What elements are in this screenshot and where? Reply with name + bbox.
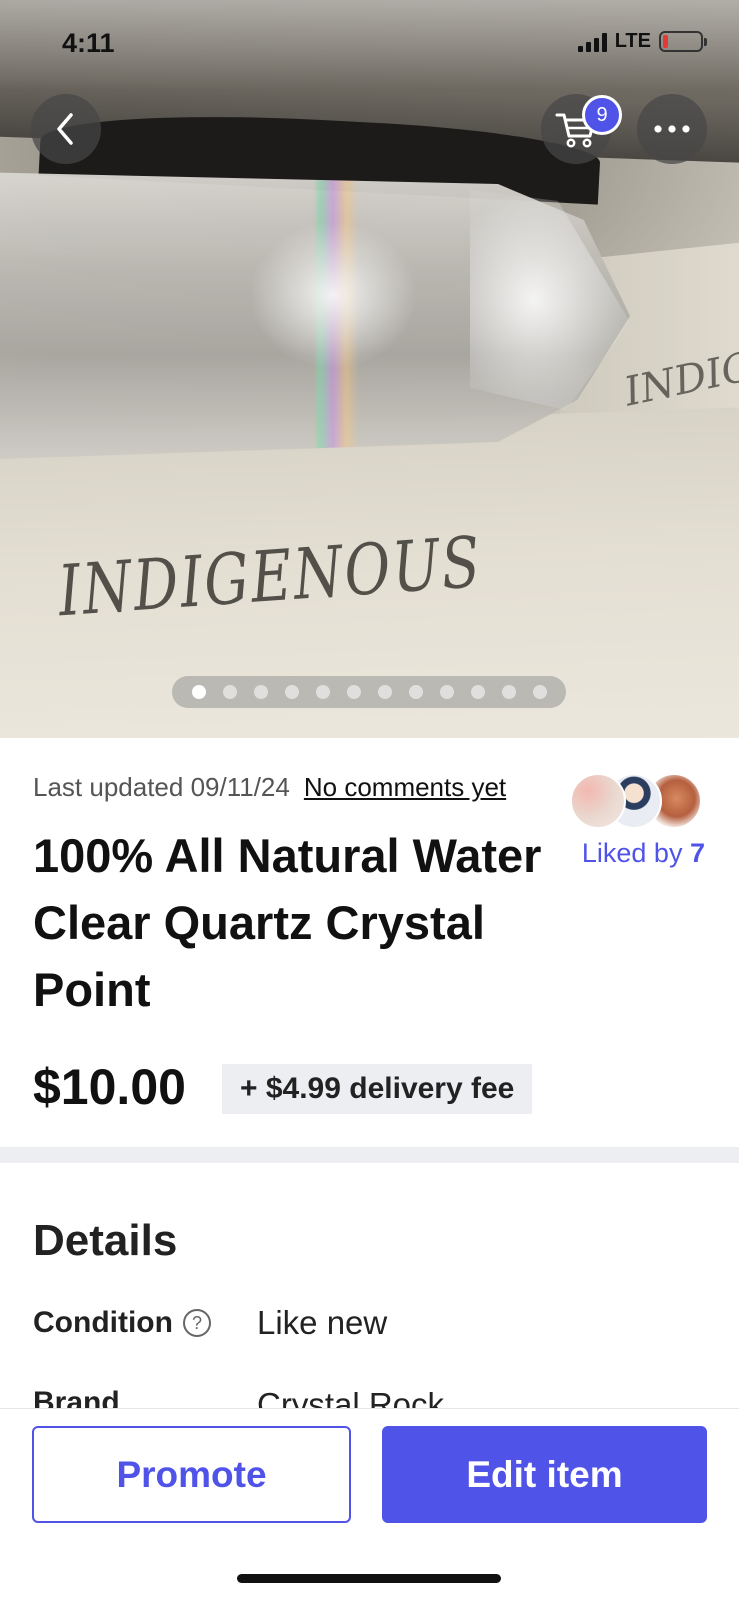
- signal-icon: [577, 32, 607, 52]
- carousel-dot[interactable]: [501, 685, 516, 699]
- details-heading: Details: [33, 1216, 178, 1265]
- carousel-dot[interactable]: [532, 685, 547, 699]
- delivery-fee-badge: + $4.99 delivery fee: [222, 1064, 533, 1114]
- more-horizontal-icon: [654, 125, 690, 133]
- status-indicators: LTE: [577, 30, 707, 53]
- last-updated-row: Last updated 09/11/24 No comments yet: [33, 772, 573, 803]
- section-divider: [0, 1147, 739, 1163]
- carousel-dot[interactable]: [315, 685, 330, 699]
- chevron-left-icon: [57, 113, 73, 145]
- battery-icon: [659, 31, 707, 52]
- carousel-dot[interactable]: [439, 685, 454, 699]
- carousel-dot[interactable]: [284, 685, 299, 699]
- carousel-dot[interactable]: [191, 685, 206, 699]
- item-price: $10.00: [33, 1059, 186, 1115]
- liker-avatars[interactable]: [570, 773, 710, 831]
- carousel-dot[interactable]: [377, 685, 392, 699]
- home-indicator[interactable]: [237, 1574, 501, 1583]
- condition-value: Like new: [257, 1304, 388, 1341]
- liked-count: 7: [689, 838, 705, 868]
- liked-by-link[interactable]: Liked by 7: [582, 838, 705, 869]
- network-label: LTE: [614, 30, 651, 52]
- comments-link[interactable]: No comments yet: [304, 772, 506, 802]
- avatar: [570, 773, 626, 829]
- carousel-dot[interactable]: [408, 685, 423, 699]
- liked-by-label: Liked by: [581, 838, 683, 868]
- edit-item-button[interactable]: Edit item: [382, 1426, 707, 1523]
- carousel-dot[interactable]: [470, 685, 485, 699]
- status-time: 4:11: [62, 28, 115, 58]
- question-circle-icon[interactable]: ?: [182, 1309, 211, 1337]
- carousel-dot[interactable]: [346, 685, 361, 699]
- promote-button[interactable]: Promote: [32, 1426, 351, 1523]
- back-button[interactable]: [31, 94, 101, 164]
- carousel-dot[interactable]: [253, 685, 268, 699]
- last-updated-text: Last updated 09/11/24: [33, 772, 290, 802]
- condition-label-text: Condition: [33, 1306, 173, 1339]
- carousel-dot[interactable]: [222, 685, 237, 699]
- condition-label: Condition ?: [33, 1306, 211, 1340]
- carousel-indicator[interactable]: [172, 676, 566, 708]
- item-title: 100% All Natural Water Clear Quartz Crys…: [33, 829, 542, 1016]
- cart-count-badge: 9: [582, 95, 622, 135]
- more-options-button[interactable]: [637, 94, 707, 164]
- product-photo[interactable]: INDIGENOUS INDIGENOUS: [0, 0, 739, 738]
